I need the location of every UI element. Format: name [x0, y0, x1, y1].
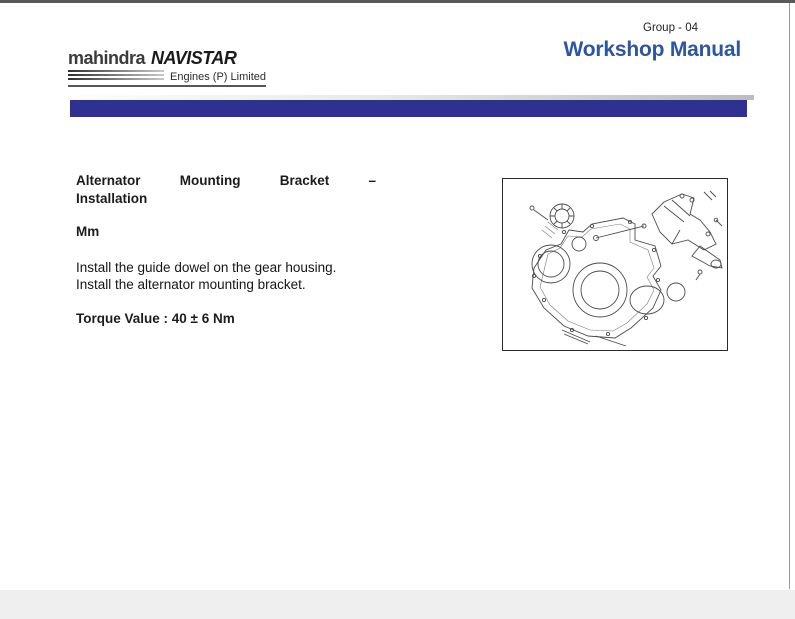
- company-logo: mahindra NAVISTAR Engines (P) Limited: [68, 48, 266, 87]
- page-title: Workshop Manual: [563, 38, 742, 61]
- torque-value-note: Torque Value : 40 ± 6 Nm: [76, 311, 235, 326]
- page-right-border: [789, 3, 790, 589]
- window-top-edge: [0, 0, 795, 3]
- logo-brand-mahindra: mahindra: [68, 48, 146, 68]
- header-divider-bar: [70, 100, 747, 117]
- heading-word: Bracket: [279, 173, 330, 188]
- instruction-text: Install the guide dowel on the gear hous…: [76, 259, 336, 293]
- heading-line2: Installation: [76, 191, 148, 206]
- pdf-viewer-page: Group - 04 Workshop Manual mahindra NAVI…: [0, 0, 795, 619]
- engine-gear-housing-figure: [529, 190, 723, 347]
- unit-label: Mm: [76, 224, 100, 239]
- figure-frame: [502, 178, 728, 351]
- instruction-line: Install the alternator mounting bracket.: [76, 277, 306, 292]
- logo-brand-navistar: NAVISTAR: [151, 48, 237, 68]
- viewer-toolbar: [0, 590, 795, 619]
- group-label: Group - 04: [643, 22, 698, 34]
- instruction-line: Install the guide dowel on the gear hous…: [76, 260, 337, 275]
- heading-word: –: [368, 173, 376, 188]
- logo-speed-lines: [68, 70, 164, 82]
- section-heading: Alternator Mounting Bracket – Installati…: [76, 172, 376, 208]
- logo-subtitle: Engines (P) Limited: [170, 71, 266, 83]
- heading-word: Mounting: [179, 173, 241, 188]
- heading-word: Alternator: [76, 173, 141, 188]
